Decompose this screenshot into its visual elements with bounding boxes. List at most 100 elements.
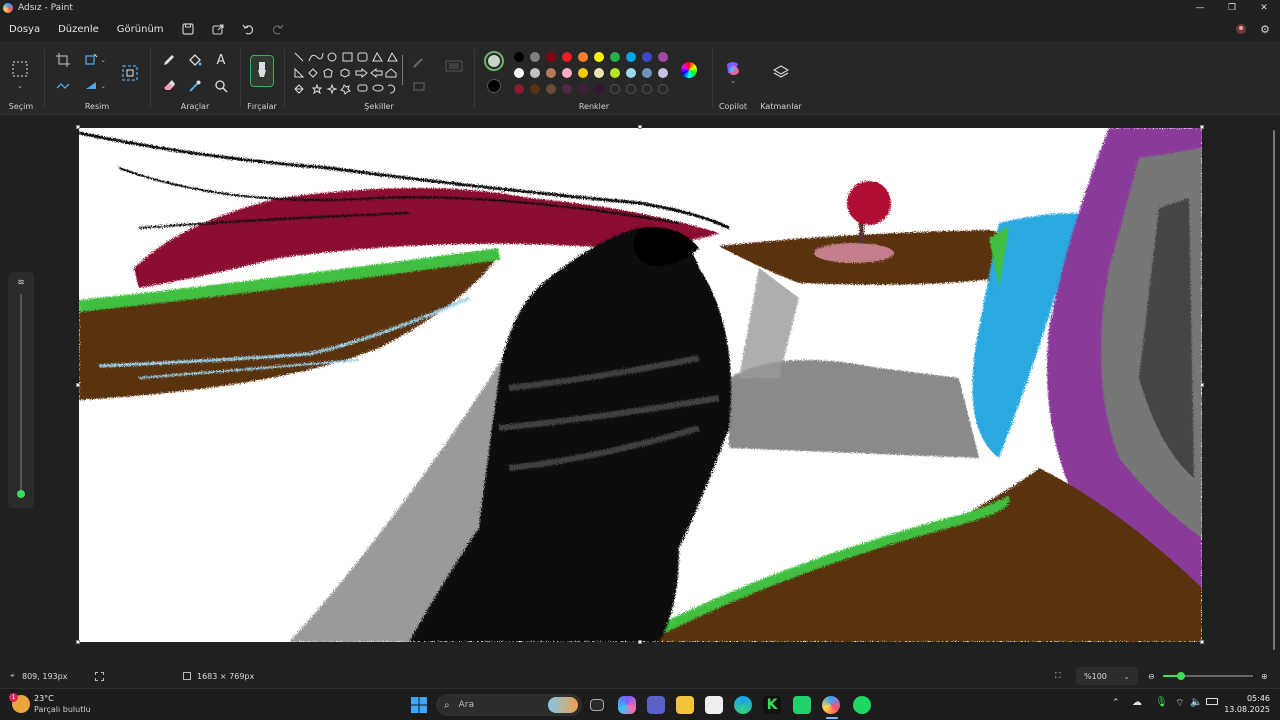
- color-swatch[interactable]: [514, 68, 524, 78]
- save-icon[interactable]: [173, 16, 203, 42]
- clock-time[interactable]: 05:46: [1240, 694, 1270, 703]
- start-windows-icon[interactable]: [410, 696, 428, 714]
- onedrive-icon[interactable]: ☁: [1132, 697, 1142, 708]
- color-swatch[interactable]: [514, 84, 524, 94]
- resize-handle-corner[interactable]: [1200, 640, 1204, 644]
- close-button[interactable]: ✕: [1248, 0, 1280, 16]
- task-view-icon[interactable]: [590, 699, 604, 711]
- edge-icon[interactable]: [734, 696, 752, 714]
- color-swatch[interactable]: [546, 84, 556, 94]
- zoom-dropdown[interactable]: %100 ⌄: [1076, 667, 1138, 685]
- zoom-slider-thumb[interactable]: [1177, 672, 1185, 680]
- kick-icon[interactable]: K: [763, 696, 781, 714]
- color-swatch[interactable]: [610, 84, 620, 94]
- color-swatch[interactable]: [642, 52, 652, 62]
- copilot-taskbar-icon[interactable]: [618, 696, 636, 714]
- clock-date[interactable]: 13.08.2025: [1222, 705, 1270, 714]
- color-picker-icon[interactable]: [186, 77, 204, 95]
- shape-fill-icon[interactable]: [410, 77, 428, 95]
- account-icon[interactable]: [1232, 20, 1250, 38]
- copilot-icon[interactable]: [723, 59, 743, 79]
- share-icon[interactable]: [203, 16, 233, 42]
- color-swatch[interactable]: [658, 84, 668, 94]
- spotify-icon[interactable]: [853, 696, 871, 714]
- magnifier-icon[interactable]: [212, 77, 230, 95]
- flip-dropdown-icon[interactable]: ⌄: [98, 77, 108, 95]
- crop-icon[interactable]: [54, 51, 72, 69]
- tray-overflow-icon[interactable]: ⌃: [1112, 698, 1120, 708]
- color-swatch[interactable]: [562, 52, 572, 62]
- minimize-button[interactable]: —: [1184, 0, 1216, 16]
- brush-icon[interactable]: [250, 55, 274, 87]
- selection-dropdown-icon[interactable]: ⌄: [12, 81, 28, 91]
- color-swatch[interactable]: [626, 52, 636, 62]
- secondary-color-swatch[interactable]: [487, 79, 501, 93]
- color-swatch[interactable]: [530, 84, 540, 94]
- selection-rect-icon[interactable]: [10, 59, 30, 79]
- color-swatch[interactable]: [626, 68, 636, 78]
- line-size-icon[interactable]: [444, 57, 464, 75]
- color-swatch[interactable]: [658, 68, 668, 78]
- wifi-icon[interactable]: ⌔: [1175, 697, 1184, 710]
- layers-icon[interactable]: [772, 63, 790, 81]
- color-swatch[interactable]: [578, 52, 588, 62]
- color-swatch[interactable]: [642, 68, 652, 78]
- background-remove-icon[interactable]: [54, 77, 72, 95]
- file-explorer-icon[interactable]: [676, 696, 694, 714]
- shapes-gallery-icon[interactable]: [292, 49, 402, 101]
- rotate-dropdown-icon[interactable]: ⌄: [98, 51, 108, 69]
- settings-gear-icon[interactable]: ⚙: [1256, 20, 1274, 38]
- color-swatch[interactable]: [546, 68, 556, 78]
- color-swatch[interactable]: [514, 52, 524, 62]
- menu-file[interactable]: Dosya: [0, 24, 49, 35]
- menu-view[interactable]: Görünüm: [108, 24, 173, 35]
- brush-size-track[interactable]: [20, 294, 22, 492]
- battery-icon[interactable]: [1206, 698, 1218, 705]
- search-placeholder: Ara: [458, 700, 474, 710]
- zoom-out-icon[interactable]: ⊖: [1148, 672, 1155, 681]
- fit-to-window-icon[interactable]: ⛶: [1055, 671, 1061, 681]
- color-swatch[interactable]: [594, 84, 604, 94]
- copilot-dropdown-icon[interactable]: ⌄: [728, 77, 738, 85]
- text-tool-icon[interactable]: A: [212, 51, 230, 69]
- color-swatch[interactable]: [594, 52, 604, 62]
- shape-outline-icon[interactable]: [410, 53, 428, 71]
- undo-icon[interactable]: [233, 16, 263, 42]
- menu-edit[interactable]: Düzenle: [49, 24, 108, 35]
- color-swatch[interactable]: [562, 68, 572, 78]
- taskbar-search[interactable]: ⌕ Ara: [436, 694, 582, 716]
- color-swatch[interactable]: [658, 52, 668, 62]
- paint-taskbar-icon[interactable]: [822, 696, 840, 714]
- zoom-in-icon[interactable]: ⊕: [1261, 672, 1268, 681]
- brush-size-thumb[interactable]: [17, 490, 25, 498]
- color-swatch[interactable]: [578, 84, 588, 94]
- color-swatch[interactable]: [562, 84, 572, 94]
- vertical-scrollbar[interactable]: [1271, 116, 1277, 664]
- color-swatch[interactable]: [530, 52, 540, 62]
- color-swatch[interactable]: [642, 84, 652, 94]
- weather-icon[interactable]: 1: [9, 693, 30, 713]
- teams-icon[interactable]: [647, 696, 665, 714]
- eraser-icon[interactable]: [160, 77, 178, 95]
- color-swatch[interactable]: [610, 52, 620, 62]
- color-swatch[interactable]: [626, 84, 636, 94]
- edit-colors-icon[interactable]: [681, 62, 697, 78]
- android-app-icon[interactable]: [793, 696, 811, 714]
- color-swatch[interactable]: [546, 52, 556, 62]
- store-icon[interactable]: [705, 696, 723, 714]
- resize-handle-right[interactable]: [1200, 383, 1204, 387]
- redo-icon[interactable]: [263, 16, 293, 42]
- color-swatch[interactable]: [610, 68, 620, 78]
- fill-bucket-icon[interactable]: [186, 51, 204, 69]
- drawing-canvas[interactable]: [79, 128, 1202, 642]
- resize-handle-bottom[interactable]: [638, 640, 642, 644]
- microphone-icon[interactable]: 🎙: [1155, 697, 1168, 708]
- resize-icon[interactable]: [120, 63, 140, 83]
- pencil-icon[interactable]: [160, 51, 178, 69]
- volume-icon[interactable]: 🔈: [1190, 697, 1202, 708]
- primary-color-swatch[interactable]: [484, 51, 504, 71]
- maximize-button[interactable]: ❐: [1216, 0, 1248, 16]
- color-swatch[interactable]: [578, 68, 588, 78]
- color-swatch[interactable]: [594, 68, 604, 78]
- color-swatch[interactable]: [530, 68, 540, 78]
